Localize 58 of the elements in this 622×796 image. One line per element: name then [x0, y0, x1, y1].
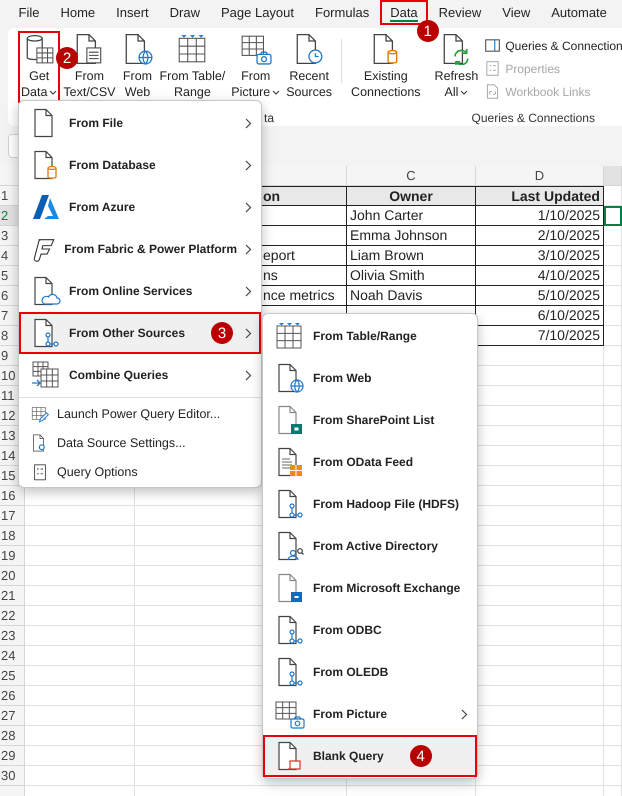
- menu-item[interactable]: From SharePoint List: [263, 399, 477, 441]
- table-header-cell: Last Updated: [476, 186, 604, 206]
- table-header-cell: Owner: [347, 186, 476, 206]
- menu-item[interactable]: From Database: [19, 144, 261, 186]
- menu-item[interactable]: From Picture: [263, 693, 477, 735]
- table-cell: Noah Davis: [347, 286, 476, 306]
- menu-item[interactable]: From Web: [263, 357, 477, 399]
- step-badge: 4: [410, 745, 432, 767]
- ribbon-tab[interactable]: Home: [50, 0, 106, 25]
- menu-item[interactable]: From Other Sources 3: [19, 312, 261, 354]
- menu-item[interactable]: From OLEDB: [263, 651, 477, 693]
- table-cell: Liam Brown: [347, 246, 476, 266]
- group-label: Queries & Connections: [472, 110, 596, 126]
- table-cell: Olivia Smith: [347, 266, 476, 286]
- table-cell: John Carter: [347, 206, 476, 226]
- ribbon-button[interactable]: Recent Sources: [283, 31, 336, 103]
- row-header[interactable]: 21: [0, 586, 25, 606]
- menu-item[interactable]: From OData Feed: [263, 441, 477, 483]
- row-header[interactable]: 25: [0, 666, 25, 686]
- step-badge: 2: [56, 47, 78, 69]
- ribbon-tab[interactable]: Automate: [540, 0, 618, 25]
- ribbon-tab[interactable]: View: [492, 0, 541, 25]
- ribbon-tab[interactable]: Draw: [159, 0, 210, 25]
- menu-item[interactable]: From Active Directory: [263, 525, 477, 567]
- ribbon-tab[interactable]: Page Layout: [210, 0, 305, 25]
- ribbon-command[interactable]: Queries & Connection: [483, 36, 622, 55]
- table-cell: 3/10/2025: [476, 246, 604, 266]
- row-header[interactable]: 24: [0, 646, 25, 666]
- table-cell: 4/10/2025: [476, 266, 604, 286]
- menu-item[interactable]: From Microsoft Exchange: [263, 567, 477, 609]
- table-cell: 1/10/2025: [476, 206, 604, 226]
- row-header[interactable]: 22: [0, 606, 25, 626]
- ribbon-tab[interactable]: File: [8, 0, 50, 25]
- row-header[interactable]: 28: [0, 726, 25, 746]
- table-cell: Emma Johnson: [347, 226, 476, 246]
- row-header[interactable]: 30: [0, 766, 25, 786]
- row-header[interactable]: 20: [0, 566, 25, 586]
- menu-item[interactable]: From ODBC: [263, 609, 477, 651]
- menu-item[interactable]: Blank Query 4: [263, 735, 477, 777]
- row-header[interactable]: 27: [0, 706, 25, 726]
- ribbon-tab[interactable]: Formulas: [304, 0, 380, 25]
- menu-item[interactable]: From Hadoop File (HDFS): [263, 483, 477, 525]
- column-header[interactable]: D: [476, 166, 604, 186]
- row-header[interactable]: 17: [0, 506, 25, 526]
- column-header[interactable]: C: [347, 166, 476, 186]
- ribbon-tab[interactable]: Insert: [106, 0, 160, 25]
- table-cell: 2/10/2025: [476, 226, 604, 246]
- row-header[interactable]: 19: [0, 546, 25, 566]
- row-header[interactable]: 23: [0, 626, 25, 646]
- row-header[interactable]: 18: [0, 526, 25, 546]
- menu-item[interactable]: From File: [19, 102, 261, 144]
- step-badge: 3: [211, 322, 234, 344]
- row-header[interactable]: 29: [0, 746, 25, 766]
- table-cell: 5/10/2025: [476, 286, 604, 306]
- group-label: ta: [264, 110, 276, 126]
- row-header[interactable]: 16: [0, 486, 25, 506]
- row-header[interactable]: 26: [0, 686, 25, 706]
- menu-item[interactable]: From Table/Range: [263, 315, 477, 357]
